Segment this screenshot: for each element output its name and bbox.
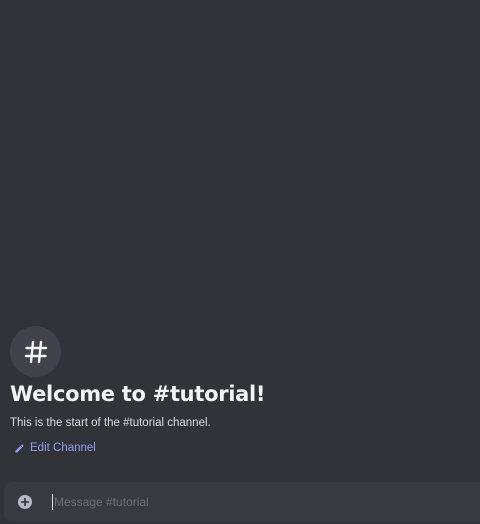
attach-button[interactable] — [17, 494, 33, 510]
welcome-subtitle: This is the start of the #tutorial chann… — [10, 417, 211, 429]
chat-area: Welcome to #tutorial! This is the start … — [0, 0, 480, 524]
welcome-title: Welcome to #tutorial! — [10, 382, 266, 406]
edit-channel-label: Edit Channel — [30, 442, 96, 454]
message-composer — [4, 482, 480, 522]
hashtag-icon — [24, 340, 47, 363]
message-input[interactable] — [52, 490, 474, 514]
pencil-icon — [15, 443, 24, 453]
plus-circle-icon — [18, 495, 32, 509]
channel-icon-badge — [10, 326, 61, 377]
edit-channel-link[interactable]: Edit Channel — [14, 442, 96, 454]
